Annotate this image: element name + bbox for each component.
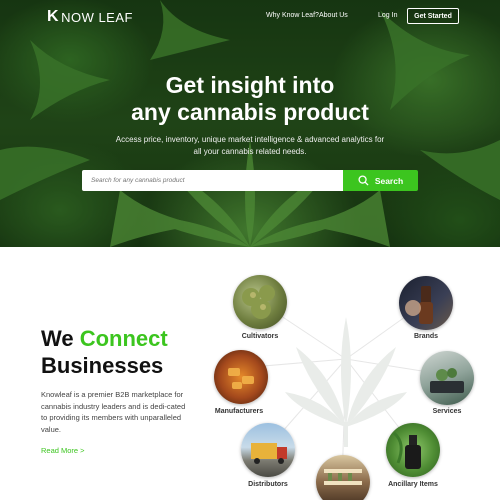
category-manufacturers-image[interactable] (214, 350, 268, 404)
category-cultivators-image[interactable] (233, 275, 287, 329)
search-icon (358, 175, 369, 186)
hero-title-line1: Get insight into (165, 72, 335, 98)
hero-title-line2: any cannabis product (131, 99, 369, 125)
category-manufacturers-label[interactable]: Manufacturers (194, 408, 284, 415)
nav-link-why-know-leaf[interactable]: Why Know Leaf? (266, 12, 319, 19)
hero-subtitle-line2: all your cannabis related needs. (193, 147, 307, 156)
search-bar: Search (82, 170, 418, 191)
category-cultivators-label[interactable]: Cultivators (215, 333, 305, 340)
nav-link-log-in[interactable]: Log In (378, 12, 397, 19)
logo[interactable]: K NOW LEAF (47, 8, 133, 26)
dispensary-shelf-icon (324, 469, 362, 485)
get-started-button[interactable]: Get Started (407, 8, 459, 24)
category-ancillary-items-image[interactable] (386, 423, 440, 477)
category-ancillary-items-label[interactable]: Ancillary Items (368, 481, 458, 488)
category-dispensary-image[interactable] (316, 455, 370, 500)
processing-icon (228, 368, 254, 389)
cannabis-buds-icon (242, 285, 275, 319)
scale-service-icon (430, 368, 464, 393)
truck-icon (251, 443, 287, 464)
search-button-label: Search (374, 175, 404, 186)
nav-link-about-us[interactable]: About Us (319, 12, 348, 19)
logo-text: NOW LEAF (61, 9, 133, 25)
category-distributors-label[interactable]: Distributors (223, 481, 313, 488)
dropper-bottle-icon (405, 286, 433, 324)
category-brands-image[interactable] (399, 276, 453, 330)
tincture-bottle-icon (392, 431, 421, 469)
search-input[interactable] (82, 170, 343, 191)
category-brands-label[interactable]: Brands (381, 333, 471, 340)
logo-mark: K (47, 8, 60, 25)
hero-subtitle-line1: Access price, inventory, unique market i… (115, 135, 385, 144)
category-services-image[interactable] (420, 351, 474, 405)
hero-section: K NOW LEAF Why Know Leaf? About Us Log I… (0, 0, 500, 247)
search-button[interactable]: Search (343, 170, 418, 191)
category-distributors-image[interactable] (241, 423, 295, 477)
category-services-label[interactable]: Services (402, 408, 492, 415)
top-nav: K NOW LEAF Why Know Leaf? About Us Log I… (0, 0, 500, 32)
